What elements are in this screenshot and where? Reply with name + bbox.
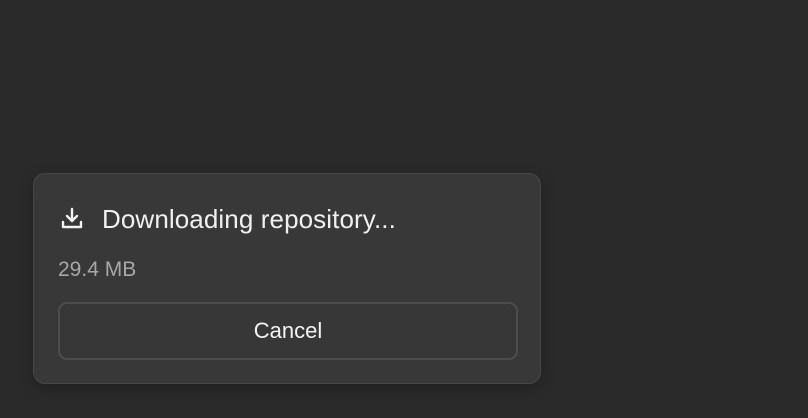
download-title: Downloading repository... — [102, 203, 396, 234]
download-icon — [58, 205, 86, 233]
download-size: 29.4 MB — [58, 258, 137, 281]
cancel-button[interactable]: Cancel — [58, 302, 518, 360]
app-background: Downloading repository... 29.4 MB Cancel — [0, 0, 808, 418]
dialog-header: Downloading repository... — [58, 202, 396, 236]
download-dialog: Downloading repository... 29.4 MB Cancel — [33, 173, 541, 384]
